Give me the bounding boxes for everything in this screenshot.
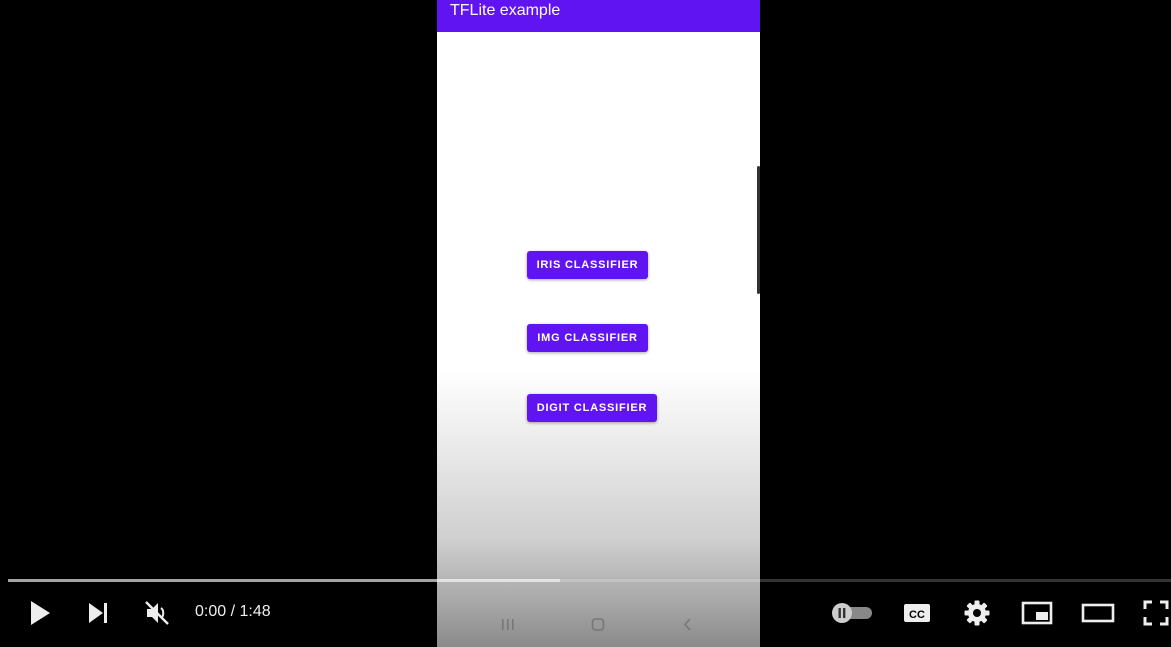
progress-buffered xyxy=(8,579,561,582)
iris-classifier-button[interactable]: IRIS CLASSIFIER xyxy=(527,251,648,279)
time-separator: / xyxy=(226,603,240,620)
edge-panel-handle[interactable] xyxy=(757,166,760,294)
closed-captions-icon[interactable]: CC xyxy=(902,599,932,627)
autoplay-toggle-icon[interactable] xyxy=(830,601,874,625)
duration: 1:48 xyxy=(239,603,271,620)
current-time: 0:00 xyxy=(195,603,227,620)
svg-text:CC: CC xyxy=(909,609,925,621)
home-icon[interactable] xyxy=(586,616,610,634)
next-icon[interactable] xyxy=(84,600,112,626)
back-icon[interactable] xyxy=(676,616,700,634)
progress-bar[interactable] xyxy=(8,579,1171,582)
recent-apps-icon[interactable] xyxy=(496,616,520,634)
fullscreen-icon[interactable] xyxy=(1141,598,1171,628)
theater-mode-icon[interactable] xyxy=(1080,600,1116,626)
gear-icon[interactable] xyxy=(962,598,992,628)
miniplayer-icon[interactable] xyxy=(1020,598,1054,628)
android-nav-bar xyxy=(437,610,760,640)
app-title: TFLite example xyxy=(450,2,561,19)
video-player[interactable]: TFLite example IRIS CLASSIFIER IMG CLASS… xyxy=(0,0,1171,647)
app-bar: TFLite example xyxy=(437,0,760,32)
time-display: 0:00 / 1:48 xyxy=(195,603,271,621)
muted-volume-icon[interactable] xyxy=(142,598,172,628)
play-icon[interactable] xyxy=(24,598,54,628)
digit-classifier-button[interactable]: DIGIT CLASSIFIER xyxy=(527,394,657,422)
img-classifier-button[interactable]: IMG CLASSIFIER xyxy=(527,324,648,352)
video-frame: TFLite example IRIS CLASSIFIER IMG CLASS… xyxy=(437,0,760,647)
